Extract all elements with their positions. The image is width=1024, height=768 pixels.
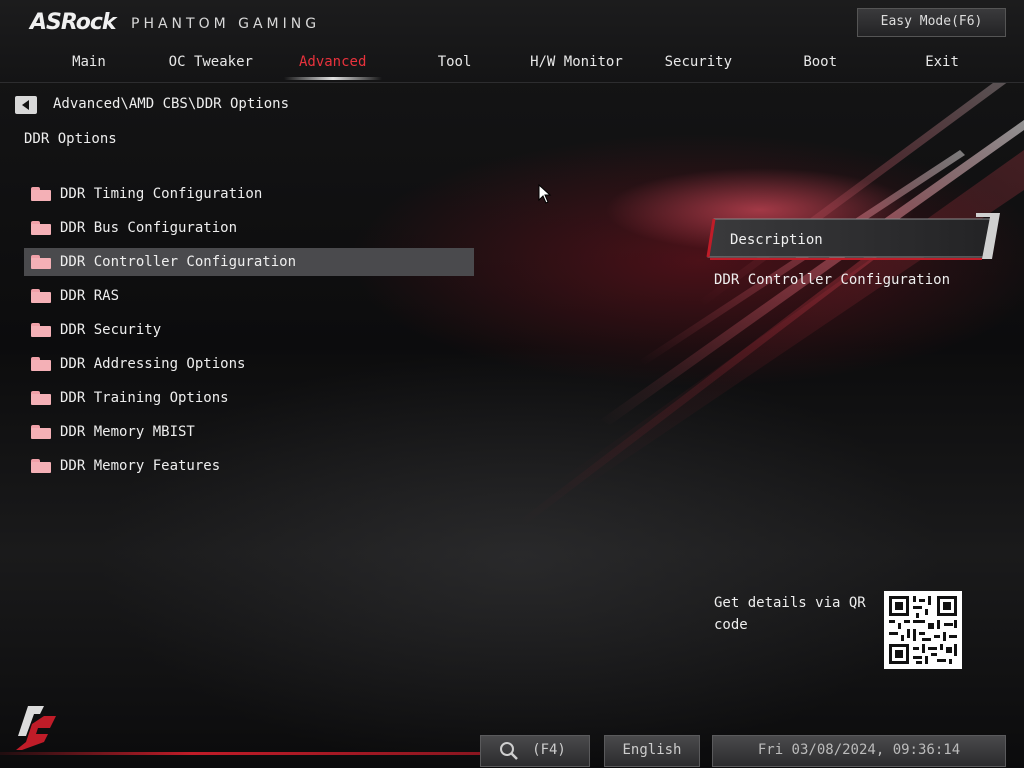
menu-item-ddr-controller-configuration[interactable]: DDR Controller Configuration xyxy=(24,248,474,276)
search-icon xyxy=(500,742,518,760)
tab-oc-tweaker[interactable]: OC Tweaker xyxy=(150,51,272,79)
search-shortcut-label: (F4) xyxy=(532,742,566,758)
folder-icon xyxy=(31,323,51,337)
settings-menu: DDR Timing Configuration DDR Bus Configu… xyxy=(24,180,474,486)
tab-tool[interactable]: Tool xyxy=(394,51,516,79)
menu-item-ddr-timing-configuration[interactable]: DDR Timing Configuration xyxy=(24,180,474,208)
tab-advanced[interactable]: Advanced xyxy=(272,51,394,80)
menu-item-ddr-addressing-options[interactable]: DDR Addressing Options xyxy=(24,350,474,378)
menu-item-label: DDR Memory Features xyxy=(60,458,221,474)
main-tabs: Main OC Tweaker Advanced Tool H/W Monito… xyxy=(28,51,1003,80)
asrock-logo: ASRock xyxy=(30,10,117,35)
back-button[interactable] xyxy=(15,96,37,114)
description-title: Description xyxy=(730,232,823,248)
menu-item-label: DDR Bus Configuration xyxy=(60,220,238,236)
mouse-cursor-icon xyxy=(538,184,552,204)
menu-item-ddr-memory-features[interactable]: DDR Memory Features xyxy=(24,452,474,480)
search-button[interactable]: (F4) xyxy=(480,735,590,767)
top-bar: ASRock PHANTOM GAMING Easy Mode(F6) Main… xyxy=(0,0,1024,83)
tab-boot[interactable]: Boot xyxy=(759,51,881,79)
tab-main[interactable]: Main xyxy=(28,51,150,79)
folder-icon xyxy=(31,425,51,439)
folder-icon xyxy=(31,459,51,473)
folder-icon xyxy=(31,221,51,235)
phantom-gaming-logo-text: PHANTOM GAMING xyxy=(131,16,321,32)
folder-icon xyxy=(31,187,51,201)
menu-item-ddr-bus-configuration[interactable]: DDR Bus Configuration xyxy=(24,214,474,242)
menu-item-ddr-training-options[interactable]: DDR Training Options xyxy=(24,384,474,412)
phantom-gaming-logo-icon xyxy=(16,706,56,750)
tab-hw-monitor[interactable]: H/W Monitor xyxy=(516,51,638,79)
description-text: DDR Controller Configuration xyxy=(714,272,951,288)
folder-icon xyxy=(31,289,51,303)
menu-item-ddr-memory-mbist[interactable]: DDR Memory MBIST xyxy=(24,418,474,446)
folder-icon xyxy=(31,391,51,405)
qr-code xyxy=(884,591,962,669)
tab-exit[interactable]: Exit xyxy=(881,51,1003,79)
qr-caption: Get details via QR code xyxy=(714,595,866,633)
menu-item-label: DDR Training Options xyxy=(60,390,229,406)
bottom-accent-line xyxy=(0,752,480,755)
menu-item-ddr-ras[interactable]: DDR RAS xyxy=(24,282,474,310)
breadcrumb: Advanced\AMD CBS\DDR Options xyxy=(53,96,290,112)
menu-item-label: DDR RAS xyxy=(60,288,120,304)
menu-item-label: DDR Security xyxy=(60,322,162,338)
menu-item-label: DDR Memory MBIST xyxy=(60,424,195,440)
easy-mode-button[interactable]: Easy Mode(F6) xyxy=(857,8,1006,37)
page-title: DDR Options xyxy=(24,131,117,147)
menu-item-label: DDR Addressing Options xyxy=(60,356,246,372)
datetime-display: Fri 03/08/2024, 09:36:14 xyxy=(712,735,1006,767)
menu-item-label: DDR Controller Configuration xyxy=(60,254,297,270)
menu-item-label: DDR Timing Configuration xyxy=(60,186,263,202)
language-button[interactable]: English xyxy=(604,735,700,767)
menu-item-ddr-security[interactable]: DDR Security xyxy=(24,316,474,344)
folder-icon xyxy=(31,255,51,269)
folder-icon xyxy=(31,357,51,371)
tab-security[interactable]: Security xyxy=(637,51,759,79)
